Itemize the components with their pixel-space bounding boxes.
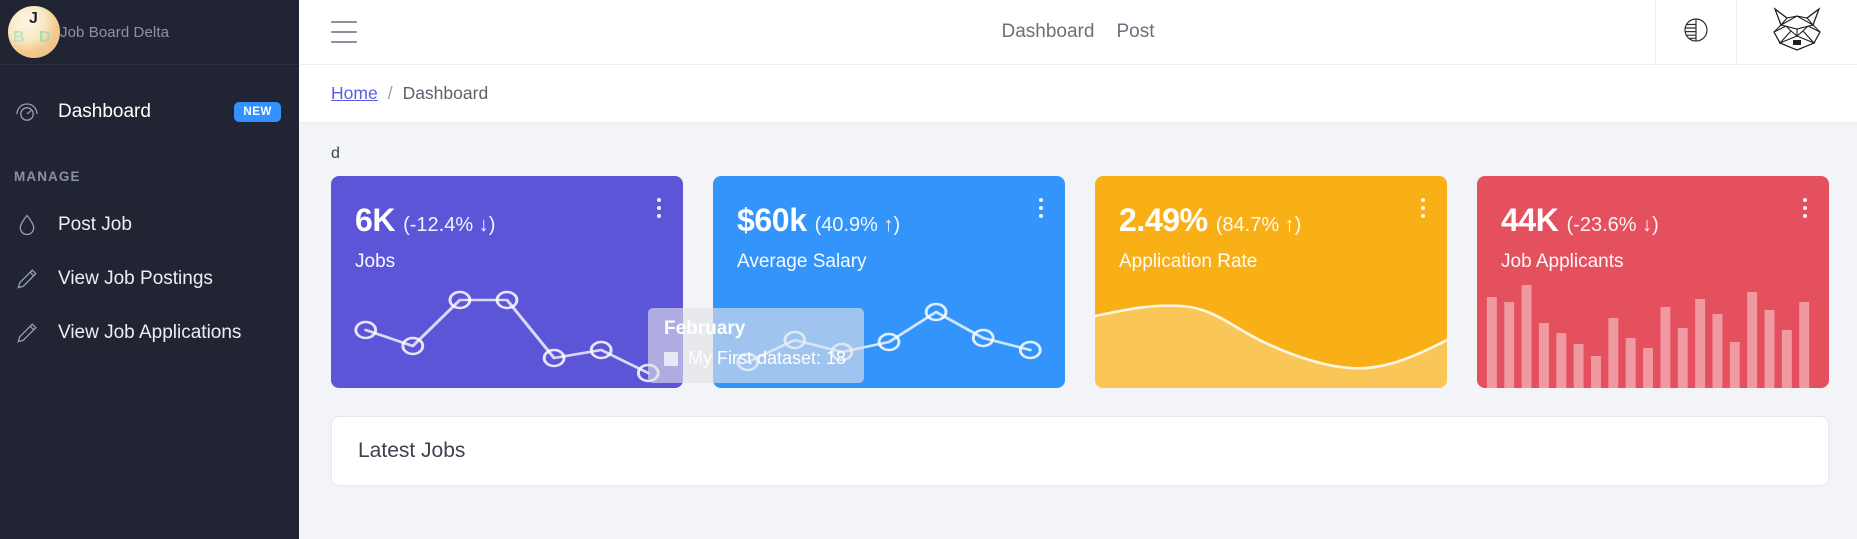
brand-logo-letter-1: J	[29, 10, 38, 27]
latest-jobs-panel: Latest Jobs	[331, 416, 1829, 486]
card-value: 2.49%	[1119, 202, 1208, 238]
topbar-right	[1655, 0, 1857, 64]
breadcrumb-current: Dashboard	[402, 83, 489, 103]
chart-tooltip: February My First dataset: 18	[648, 308, 865, 383]
card-menu-icon[interactable]	[1421, 198, 1425, 218]
pencil-icon	[14, 266, 40, 292]
hamburger-icon[interactable]	[331, 21, 357, 43]
main-area: Dashboard Post Home / Dashboard d 6K (-1…	[299, 0, 1857, 539]
card-delta: (-12.4% ↓)	[403, 214, 496, 236]
half-circle-contrast-icon	[1682, 16, 1710, 49]
card-menu-icon[interactable]	[657, 198, 661, 218]
sidebar-item-dashboard[interactable]: Dashboard NEW	[0, 85, 299, 139]
card-value: $60k	[737, 202, 807, 238]
tooltip-series-row: My First dataset: 18	[664, 348, 846, 369]
pencil-icon	[14, 320, 40, 346]
gauge-icon	[14, 99, 40, 125]
app-root: J B D Job Board Delta Dashboard NEW MANA…	[0, 0, 1857, 539]
sidebar-item-view-job-postings[interactable]: View Job Postings	[0, 252, 299, 306]
content-area: Home / Dashboard d 6K (-12.4% ↓) Jobs $6…	[299, 65, 1857, 539]
card-menu-icon[interactable]	[1039, 198, 1043, 218]
sidebar-item-label: View Job Postings	[58, 268, 213, 289]
brand-name: Job Board Delta	[60, 23, 170, 41]
breadcrumb: Home / Dashboard	[299, 65, 1857, 123]
top-nav: Dashboard Post	[299, 21, 1857, 43]
brand-logo-letter-2: B	[13, 29, 25, 46]
avatar[interactable]	[1736, 0, 1857, 64]
sidebar: J B D Job Board Delta Dashboard NEW MANA…	[0, 0, 299, 539]
sidebar-nav: Dashboard NEW MANAGE Post Job View Job P…	[0, 65, 299, 360]
card-delta: (40.9% ↑)	[814, 214, 901, 236]
card-headline: 2.49% (84.7% ↑)	[1119, 202, 1423, 239]
brand-header[interactable]: J B D Job Board Delta	[0, 0, 299, 65]
sidebar-item-label: Post Job	[58, 214, 132, 235]
droplet-icon	[14, 212, 40, 238]
tooltip-title: February	[664, 318, 746, 339]
card-delta: (84.7% ↑)	[1215, 214, 1302, 236]
breadcrumb-home[interactable]: Home	[331, 83, 378, 104]
topnav-link-post[interactable]: Post	[1116, 21, 1154, 43]
stat-card-jobs[interactable]: 6K (-12.4% ↓) Jobs	[331, 176, 683, 388]
card-value: 6K	[355, 202, 396, 238]
sidebar-item-post-job[interactable]: Post Job	[0, 198, 299, 252]
stray-text: d	[331, 145, 340, 162]
card-value: 44K	[1501, 202, 1559, 238]
theme-toggle-button[interactable]	[1655, 0, 1736, 64]
sparkline-line-chart	[331, 270, 683, 388]
status-badge: NEW	[234, 102, 281, 122]
card-delta: (-23.6% ↓)	[1566, 214, 1659, 236]
card-headline: $60k (40.9% ↑)	[737, 202, 1041, 239]
topbar: Dashboard Post	[299, 0, 1857, 65]
sparkline-bar-chart	[1477, 270, 1829, 388]
card-headline: 6K (-12.4% ↓)	[355, 202, 659, 239]
sidebar-section-manage: MANAGE	[14, 169, 81, 184]
tooltip-series-label: My First dataset: 18	[688, 348, 847, 368]
stat-card-row: 6K (-12.4% ↓) Jobs $60k (40.9% ↑) Averag…	[331, 176, 1829, 388]
tooltip-color-swatch	[664, 351, 678, 366]
breadcrumb-separator: /	[387, 83, 393, 103]
brand-logo-letter-3: D	[39, 29, 51, 46]
page-body: d 6K (-12.4% ↓) Jobs $60k (40.9% ↑) Aver…	[299, 123, 1857, 486]
sidebar-item-label: Dashboard	[58, 101, 151, 122]
stat-card-application-rate[interactable]: 2.49% (84.7% ↑) Application Rate	[1095, 176, 1447, 388]
stat-card-job-applicants[interactable]: 44K (-23.6% ↓) Job Applicants	[1477, 176, 1829, 388]
sidebar-item-label: View Job Applications	[58, 322, 242, 343]
sparkline-area-chart	[1095, 270, 1447, 388]
card-menu-icon[interactable]	[1803, 198, 1807, 218]
brand-logo: J B D	[8, 6, 60, 58]
sidebar-item-view-job-applications[interactable]: View Job Applications	[0, 306, 299, 360]
panel-title: Latest Jobs	[358, 439, 466, 462]
cat-face-avatar	[1767, 5, 1827, 60]
topnav-link-dashboard[interactable]: Dashboard	[1002, 21, 1095, 43]
card-headline: 44K (-23.6% ↓)	[1501, 202, 1805, 239]
